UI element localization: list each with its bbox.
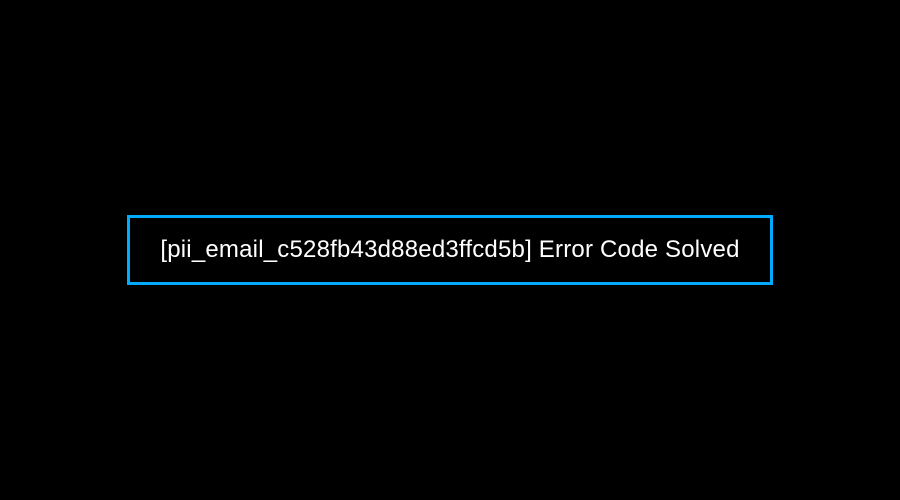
message-container: [pii_email_c528fb43d88ed3ffcd5b] Error C… [127, 215, 772, 285]
message-text: [pii_email_c528fb43d88ed3ffcd5b] Error C… [160, 236, 739, 264]
